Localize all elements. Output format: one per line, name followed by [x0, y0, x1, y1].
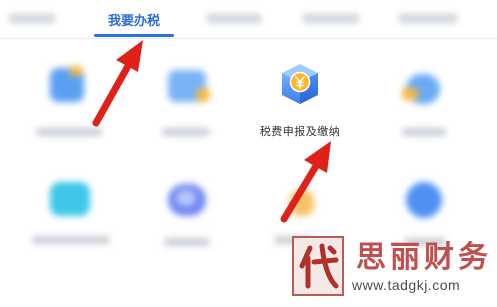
watermark-url: www.tadgkj.com	[352, 277, 461, 293]
arrow-to-tab	[92, 40, 143, 127]
watermark-seal-glyph	[299, 243, 339, 289]
arrow-to-tax-item	[280, 141, 331, 223]
watermark-brand: 思丽财务	[356, 240, 492, 275]
watermark-seal	[292, 236, 344, 296]
